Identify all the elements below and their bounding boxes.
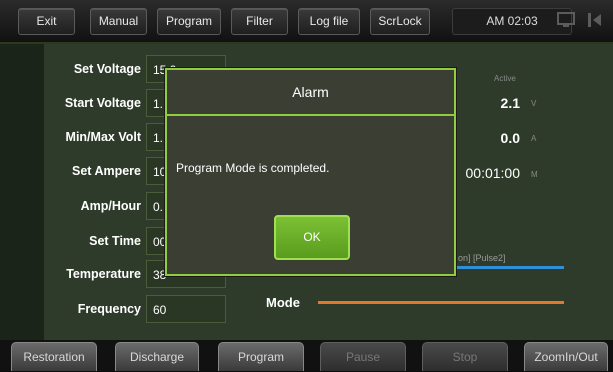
zoom-button[interactable]: ZoomIn/Out bbox=[524, 342, 608, 371]
restoration-button[interactable]: Restoration bbox=[11, 342, 97, 371]
top-toolbar: Exit Manual Program Filter Log file ScrL… bbox=[0, 0, 613, 44]
program-button[interactable]: Program bbox=[157, 8, 221, 35]
frequency-field[interactable]: 60 bbox=[146, 295, 226, 323]
time-unit: M bbox=[531, 170, 538, 179]
pulse-line bbox=[456, 266, 564, 269]
temperature-label: Temperature bbox=[66, 267, 141, 281]
arrow-right-icon[interactable] bbox=[585, 10, 605, 30]
voltage-unit: V bbox=[531, 99, 537, 108]
ok-button[interactable]: OK bbox=[274, 215, 350, 260]
filter-button[interactable]: Filter bbox=[231, 8, 288, 35]
ampere-readout: 0.0 bbox=[500, 130, 520, 146]
log-file-button[interactable]: Log file bbox=[298, 8, 360, 35]
pulse-label: on] [Pulse2] bbox=[458, 253, 506, 263]
ampere-unit: A bbox=[531, 134, 537, 143]
alarm-dialog: Alarm Program Mode is completed. OK bbox=[165, 68, 456, 276]
set-time-label: Set Time bbox=[89, 234, 141, 248]
stop-button[interactable]: Stop bbox=[422, 342, 508, 371]
clock-display: AM 02:03 bbox=[452, 8, 572, 35]
pause-button[interactable]: Pause bbox=[320, 342, 406, 371]
mode-line bbox=[318, 301, 564, 304]
program-bottom-button[interactable]: Program bbox=[218, 342, 304, 371]
monitor-icon[interactable] bbox=[556, 10, 576, 30]
active-label: Active bbox=[494, 74, 516, 83]
scrlock-button[interactable]: ScrLock bbox=[370, 8, 430, 35]
dialog-message: Program Mode is completed. bbox=[176, 161, 330, 175]
left-strip bbox=[0, 44, 44, 340]
dialog-title: Alarm bbox=[167, 70, 454, 116]
frequency-label: Frequency bbox=[77, 302, 141, 316]
discharge-button[interactable]: Discharge bbox=[115, 342, 199, 371]
set-ampere-label: Set Ampere bbox=[71, 164, 141, 178]
exit-button[interactable]: Exit bbox=[18, 8, 75, 35]
min-max-volt-label: Min/Max Volt bbox=[65, 130, 141, 144]
voltage-readout: 2.1 bbox=[500, 95, 520, 111]
amp-hour-label: Amp/Hour bbox=[80, 199, 141, 213]
set-voltage-label: Set Voltage bbox=[73, 62, 141, 76]
manual-button[interactable]: Manual bbox=[90, 8, 147, 35]
start-voltage-label: Start Voltage bbox=[64, 96, 141, 110]
mode-label: Mode bbox=[266, 295, 300, 310]
